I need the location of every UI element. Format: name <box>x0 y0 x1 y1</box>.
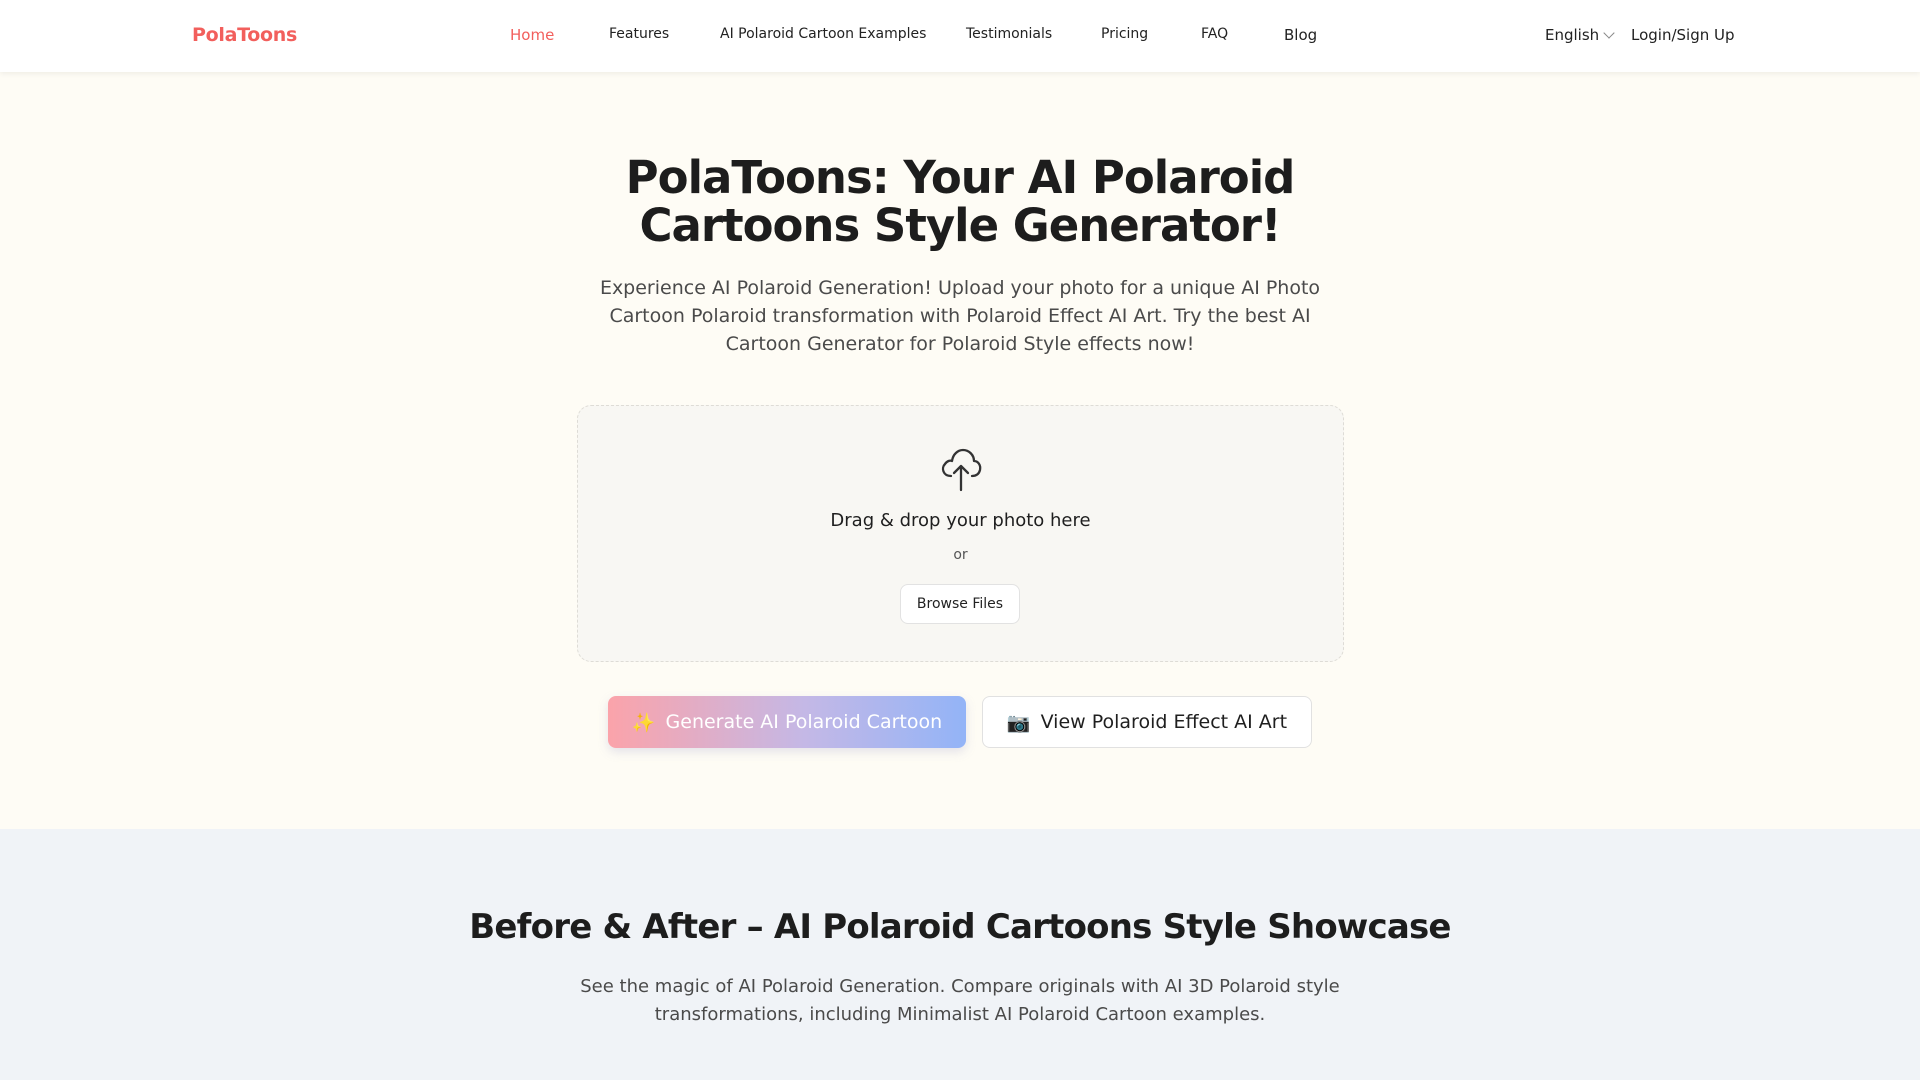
showcase-section: Before & After – AI Polaroid Cartoons St… <box>0 829 1920 1080</box>
hero-subtitle: Experience AI Polaroid Generation! Uploa… <box>599 277 1321 355</box>
nav-examples[interactable]: AI Polaroid Cartoon Examples <box>720 26 926 42</box>
camera-icon: 📷 <box>1006 711 1031 734</box>
nav-features[interactable]: Features <box>609 26 669 42</box>
nav-home[interactable]: Home <box>510 26 554 44</box>
dropzone-title: Drag & drop your photo here <box>830 510 1091 531</box>
browse-files-button[interactable]: Browse Files <box>900 584 1020 624</box>
language-label: English <box>1545 26 1600 44</box>
dropzone-or: or <box>953 547 968 563</box>
chevron-down-icon <box>1603 27 1615 39</box>
view-button-label: View Polaroid Effect AI Art <box>1040 711 1288 733</box>
nav-testimonials[interactable]: Testimonials <box>966 26 1052 42</box>
generate-cartoon-button[interactable]: ✨ Generate AI Polaroid Cartoon <box>608 696 966 748</box>
hero-section: PolaToons: Your AI Polaroid Cartoons Sty… <box>0 72 1920 829</box>
hero-title-line2: Cartoons Style Generator! <box>639 199 1282 252</box>
language-selector[interactable]: English <box>1545 26 1615 44</box>
hero-title: PolaToons: Your AI Polaroid Cartoons Sty… <box>0 154 1920 250</box>
sparkles-icon: ✨ <box>631 711 656 734</box>
view-ai-art-button[interactable]: 📷 View Polaroid Effect AI Art <box>982 696 1312 748</box>
top-navbar: PolaToons Home Features AI Polaroid Cart… <box>0 0 1920 72</box>
nav-faq[interactable]: FAQ <box>1201 26 1228 42</box>
login-signup-link[interactable]: Login/Sign Up <box>1631 26 1735 44</box>
generate-button-label: Generate AI Polaroid Cartoon <box>665 711 943 733</box>
nav-blog[interactable]: Blog <box>1284 26 1317 44</box>
showcase-subtitle: See the magic of AI Polaroid Generation.… <box>580 976 1340 1025</box>
hero-title-line1: PolaToons: Your AI Polaroid <box>625 151 1296 204</box>
cloud-upload-icon <box>941 448 982 492</box>
nav-pricing[interactable]: Pricing <box>1101 26 1148 42</box>
photo-dropzone[interactable]: Drag & drop your photo here or Browse Fi… <box>577 405 1344 662</box>
showcase-title: Before & After – AI Polaroid Cartoons St… <box>469 907 1451 947</box>
